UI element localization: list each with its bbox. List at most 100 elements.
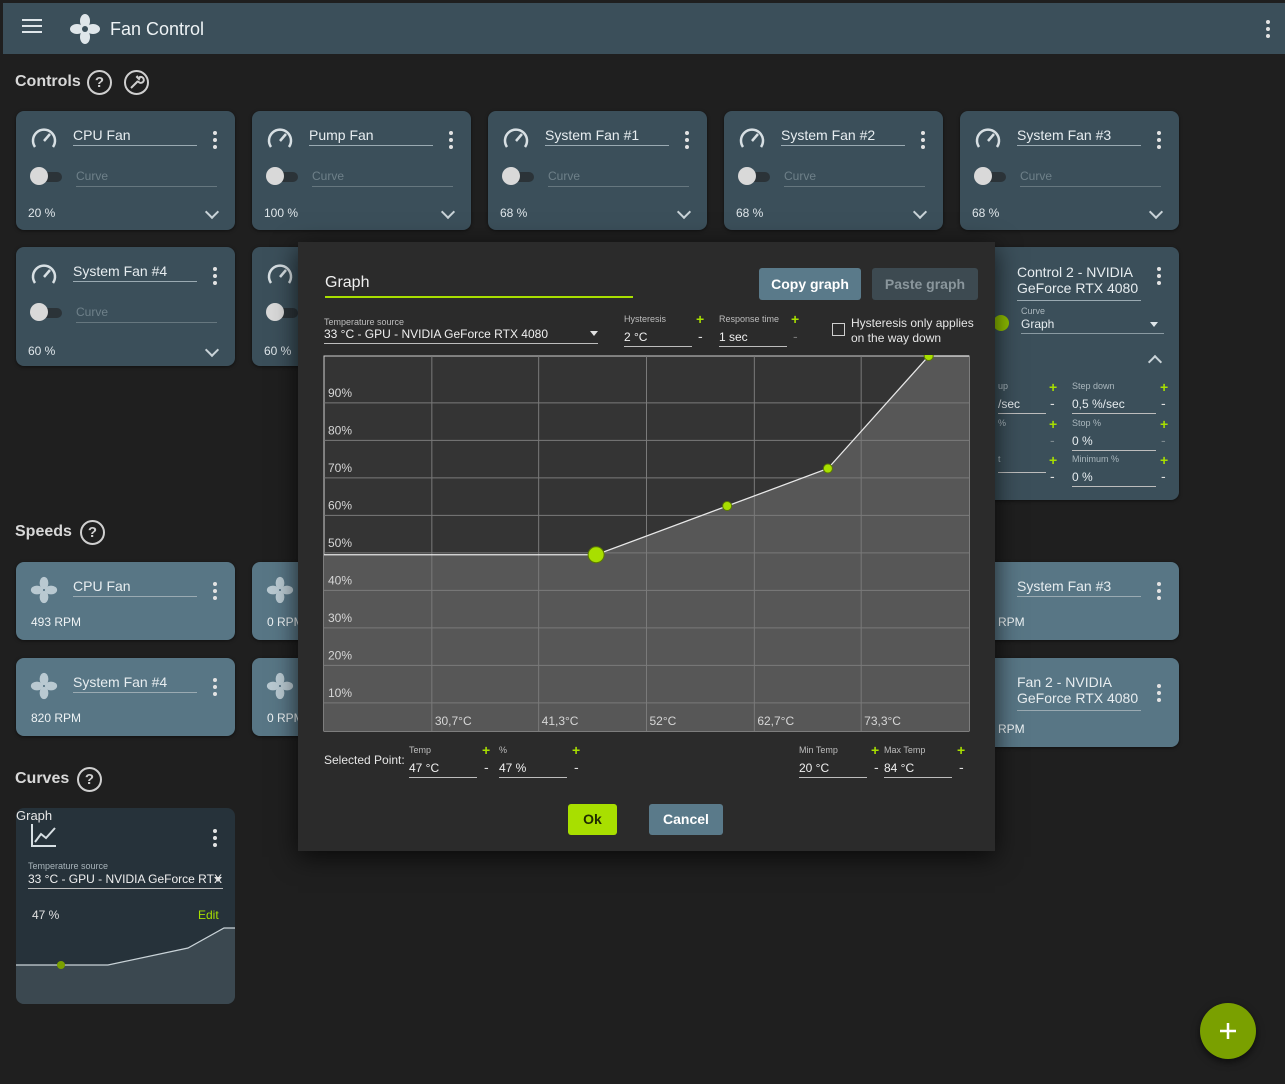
app-menu-icon[interactable] — [1263, 20, 1273, 41]
menu-icon[interactable] — [22, 19, 42, 35]
ok-button[interactable]: Ok — [568, 804, 617, 835]
curves-help-icon[interactable]: ? — [77, 767, 102, 792]
curve-select[interactable]: Curve — [76, 305, 217, 323]
chevron-down-icon[interactable] — [204, 204, 220, 220]
step-down-minus-button[interactable]: - — [1161, 395, 1166, 411]
speed-menu-icon[interactable] — [1157, 684, 1161, 705]
toggle-knob-on[interactable] — [993, 315, 1009, 331]
graph-name-input[interactable]: Graph — [325, 274, 633, 298]
control-name[interactable]: System Fan #4 — [73, 263, 197, 282]
control-card[interactable]: System Fan #1 Curve 68 % — [488, 111, 707, 230]
control-name[interactable]: Control 2 - NVIDIA GeForce RTX 4080 — [1017, 264, 1141, 301]
temp-source-select[interactable]: 33 °C - GPU - NVIDIA GeForce RTX 4080 — [324, 327, 598, 344]
control-menu-icon[interactable] — [449, 131, 453, 152]
minimum-field[interactable]: 0 % — [1072, 470, 1156, 487]
fan-curve-chart[interactable]: 10% 20% 30% 40% 50% 60% 70% 80% 90% 30,7°C 41,3°C 5… — [323, 355, 970, 733]
chevron-down-icon[interactable] — [912, 204, 928, 220]
cancel-button[interactable]: Cancel — [649, 804, 723, 835]
curve-card[interactable]: Graph Temperature source 33 °C - GPU - N… — [16, 808, 235, 1004]
hysteresis-minus-button[interactable]: - — [698, 328, 703, 344]
minimum-plus-button[interactable]: + — [1160, 452, 1168, 468]
offset-minus-button[interactable]: - — [1050, 468, 1055, 484]
min-temp-field[interactable]: 20 °C — [799, 761, 867, 778]
speed-name[interactable]: System Fan #4 — [73, 674, 197, 693]
response-time-plus-button[interactable]: + — [791, 311, 799, 327]
step-up-plus-button[interactable]: + — [1049, 379, 1057, 395]
speed-menu-icon[interactable] — [213, 678, 217, 699]
step-down-plus-button[interactable]: + — [1160, 379, 1168, 395]
hysteresis-only-checkbox[interactable] — [832, 323, 845, 336]
temp-field[interactable]: 47 °C — [409, 761, 477, 778]
temp-plus-button[interactable]: + — [482, 742, 490, 758]
hysteresis-plus-button[interactable]: + — [696, 311, 704, 327]
wrench-icon[interactable] — [124, 70, 149, 95]
chevron-up-icon[interactable] — [1147, 354, 1163, 370]
chevron-down-icon[interactable] — [676, 204, 692, 220]
speed-card[interactable]: System Fan #4 820 RPM — [16, 658, 235, 736]
speed-name[interactable]: Fan 2 - NVIDIA GeForce RTX 4080 — [1017, 674, 1141, 711]
control-menu-icon[interactable] — [685, 131, 689, 152]
control-toggle[interactable] — [974, 167, 1006, 185]
minimum-minus-button[interactable]: - — [1161, 468, 1166, 484]
controls-help-icon[interactable]: ? — [87, 70, 112, 95]
curve-menu-icon[interactable] — [213, 829, 217, 850]
temp-minus-button[interactable]: - — [484, 759, 489, 775]
max-temp-minus-button[interactable]: - — [959, 759, 964, 775]
curve-select[interactable]: Curve — [548, 169, 689, 187]
stop-plus-button[interactable]: + — [1160, 416, 1168, 432]
speed-menu-icon[interactable] — [213, 582, 217, 603]
response-time-field[interactable]: 1 sec — [719, 330, 787, 347]
start-minus-button[interactable]: - — [1050, 432, 1055, 448]
control-toggle[interactable] — [502, 167, 534, 185]
control-menu-icon[interactable] — [1157, 267, 1161, 288]
start-plus-button[interactable]: + — [1049, 416, 1057, 432]
add-button[interactable] — [1200, 1003, 1256, 1059]
hysteresis-field[interactable]: 2 °C — [624, 330, 692, 347]
max-temp-plus-button[interactable]: + — [957, 742, 965, 758]
speeds-help-icon[interactable]: ? — [80, 520, 105, 545]
paste-graph-button[interactable]: Paste graph — [872, 268, 978, 300]
control-toggle[interactable] — [738, 167, 770, 185]
curve-select[interactable]: Curve — [1020, 169, 1161, 187]
curve-select[interactable]: Curve — [784, 169, 925, 187]
speed-card[interactable]: CPU Fan 493 RPM — [16, 562, 235, 640]
caret-down-icon[interactable] — [1150, 322, 1158, 327]
curve-point[interactable] — [722, 501, 733, 511]
control-card[interactable]: System Fan #2 Curve 68 % — [724, 111, 943, 230]
control-card[interactable]: Pump Fan Curve 100 % — [252, 111, 471, 230]
speed-menu-icon[interactable] — [1157, 582, 1161, 603]
step-up-minus-button[interactable]: - — [1050, 395, 1055, 411]
response-time-minus-button[interactable]: - — [793, 328, 798, 344]
control-toggle[interactable] — [30, 167, 62, 185]
step-up-field[interactable]: /sec — [998, 397, 1046, 414]
max-temp-field[interactable]: 84 °C — [884, 761, 952, 778]
percent-minus-button[interactable]: - — [574, 759, 579, 775]
control-name[interactable]: System Fan #2 — [781, 127, 905, 146]
control-menu-icon[interactable] — [1157, 131, 1161, 152]
control-card[interactable]: System Fan #4 Curve 60 % — [16, 247, 235, 366]
caret-down-icon[interactable] — [590, 331, 598, 336]
min-temp-plus-button[interactable]: + — [871, 742, 879, 758]
curve-select[interactable]: Curve — [312, 169, 453, 187]
control-name[interactable]: CPU Fan — [73, 127, 197, 146]
curve-select[interactable]: Graph — [1021, 317, 1164, 334]
control-menu-icon[interactable] — [213, 131, 217, 152]
selected-curve-point[interactable] — [587, 546, 605, 564]
control-card[interactable]: CPU Fan Curve 20 % — [16, 111, 235, 230]
control-menu-icon[interactable] — [213, 267, 217, 288]
speed-name[interactable]: System Fan #3 — [1017, 578, 1141, 597]
curve-name[interactable]: Graph — [16, 808, 235, 823]
percent-plus-button[interactable]: + — [572, 742, 580, 758]
control-toggle[interactable] — [266, 303, 298, 321]
speed-name[interactable]: CPU Fan — [73, 578, 197, 597]
offset-plus-button[interactable]: + — [1049, 452, 1057, 468]
control-menu-icon[interactable] — [921, 131, 925, 152]
copy-graph-button[interactable]: Copy graph — [759, 268, 861, 300]
chevron-down-icon[interactable] — [440, 204, 456, 220]
control-toggle[interactable] — [30, 303, 62, 321]
control-card[interactable]: System Fan #3 Curve 68 % — [960, 111, 1179, 230]
control-name[interactable]: System Fan #1 — [545, 127, 669, 146]
control-name[interactable]: System Fan #3 — [1017, 127, 1141, 146]
min-temp-minus-button[interactable]: - — [874, 759, 879, 775]
stop-field[interactable]: 0 % — [1072, 434, 1156, 451]
